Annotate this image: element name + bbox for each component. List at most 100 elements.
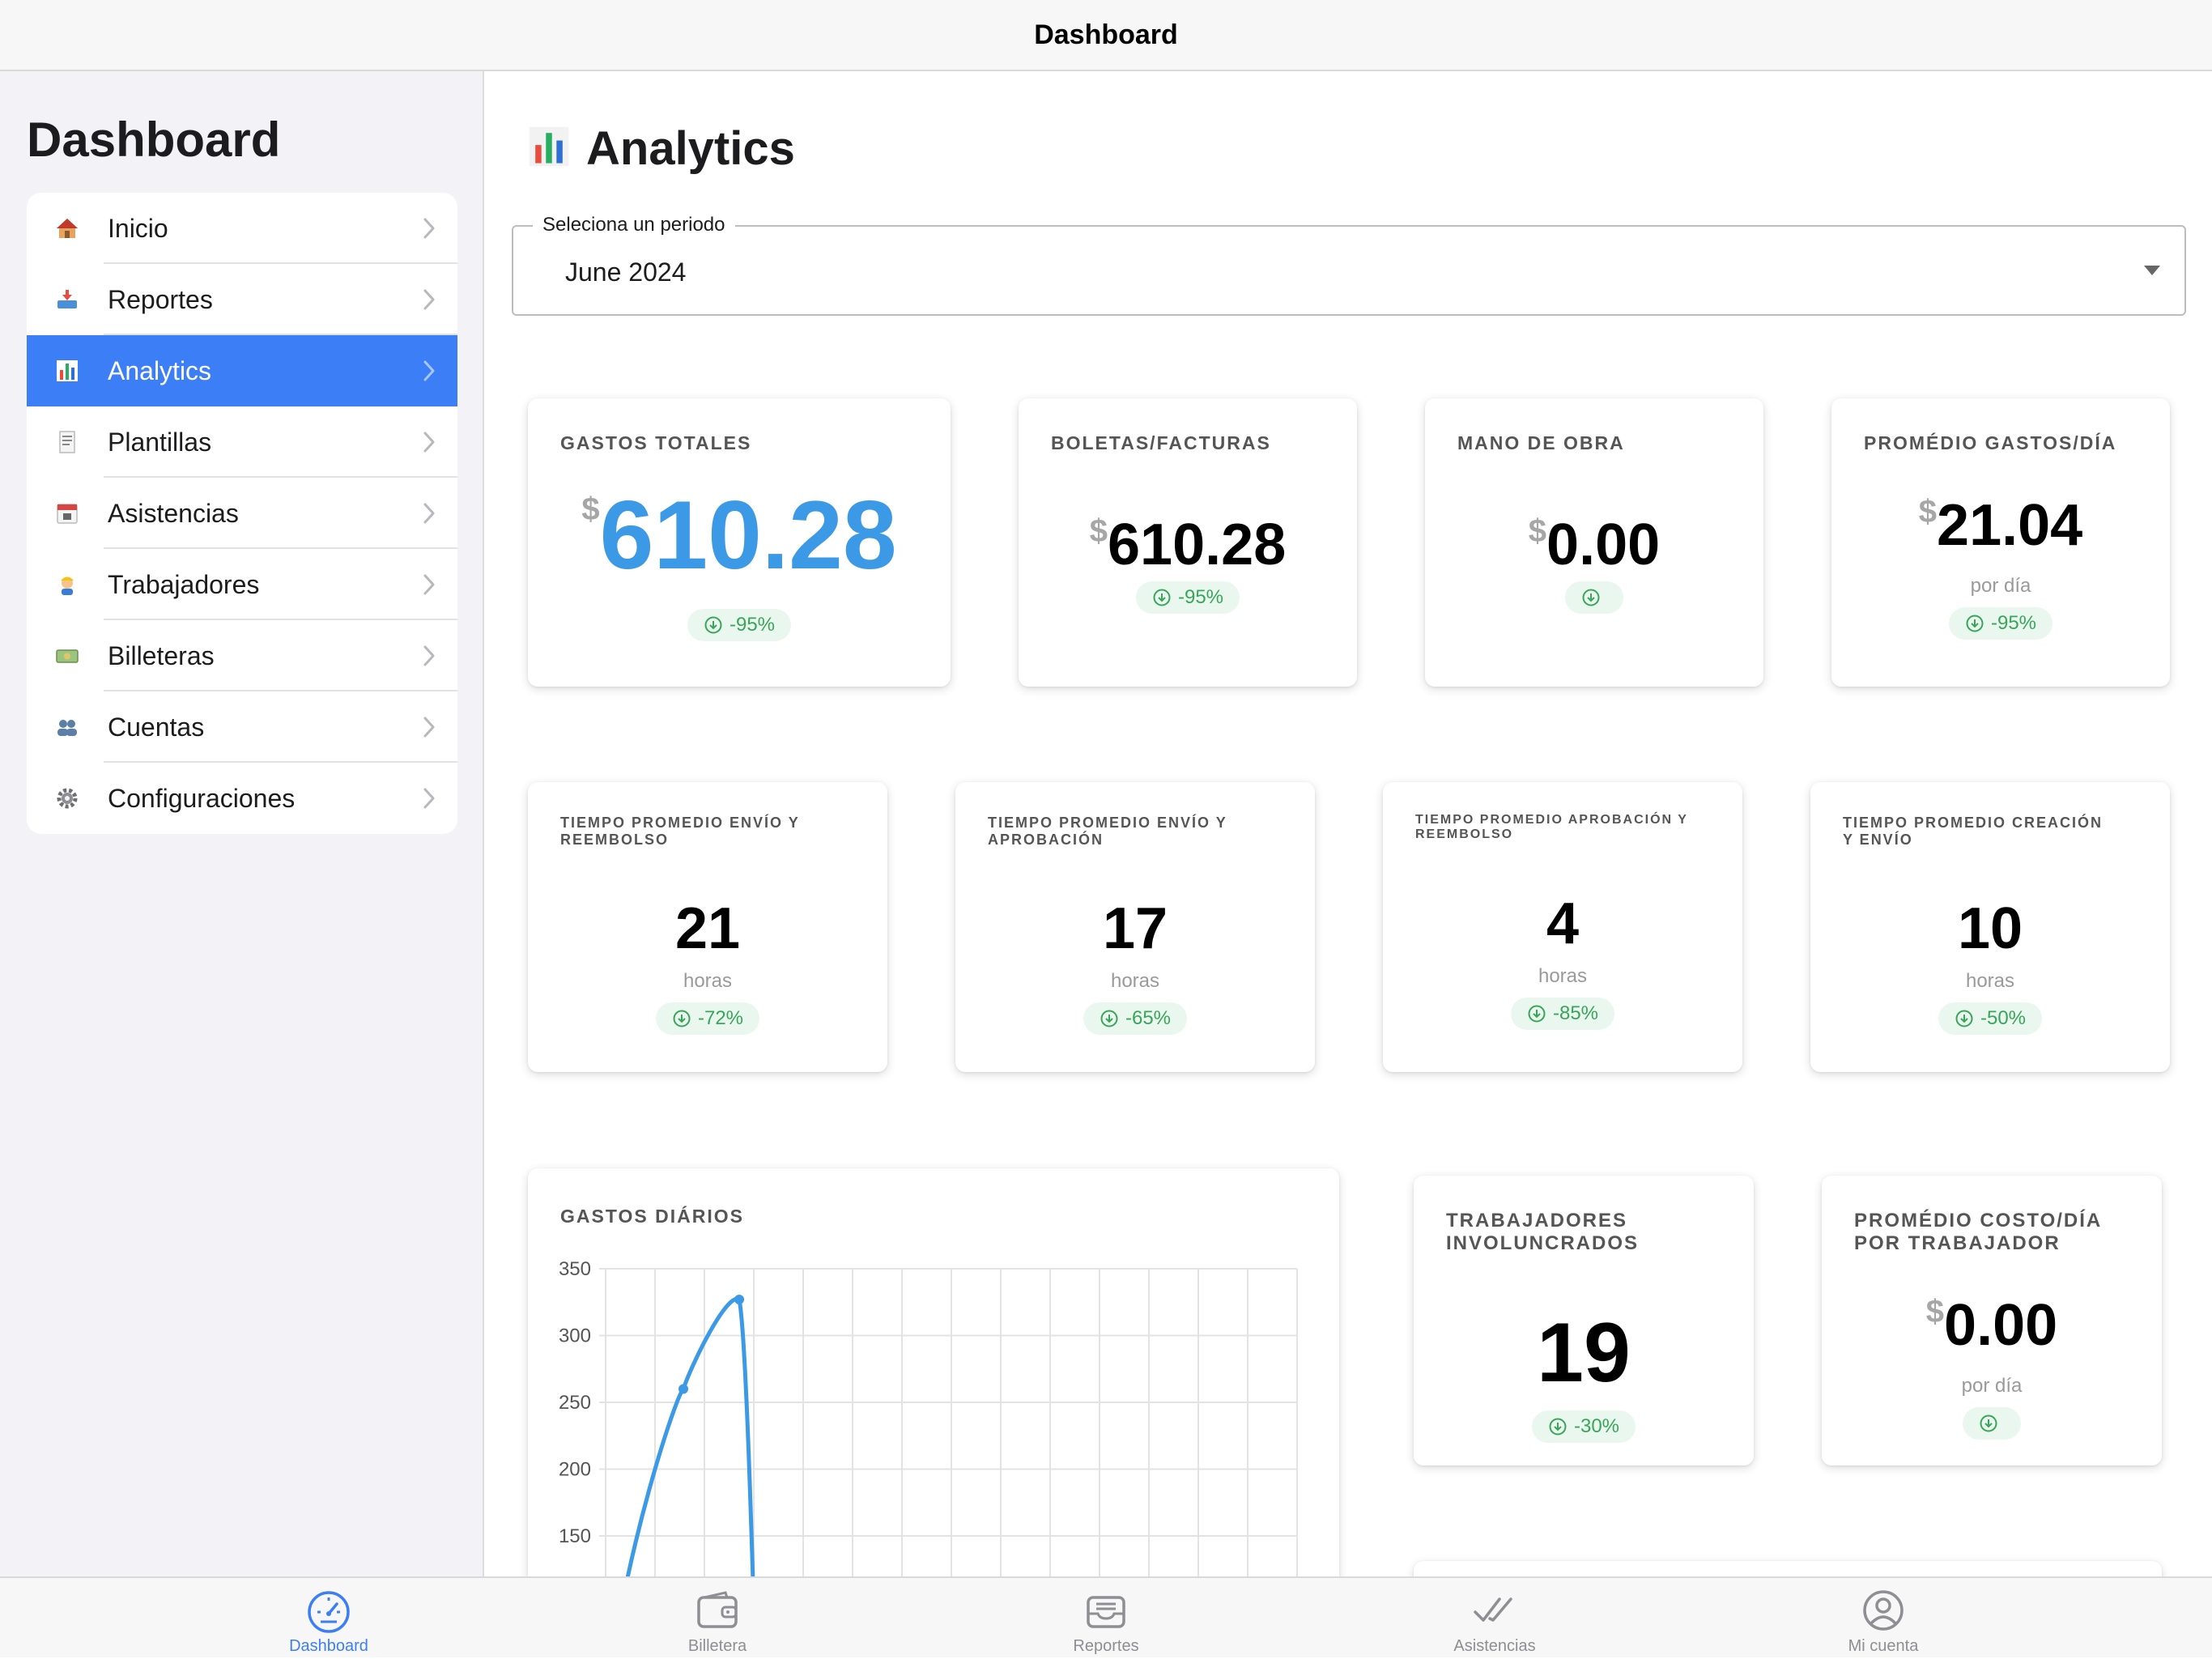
sidebar-item-cuentas[interactable]: Cuentas <box>27 691 457 763</box>
card-value-row: $0.00 <box>1425 512 1763 578</box>
page-title-text: Analytics <box>586 122 795 175</box>
change-badge: -72% <box>655 1002 760 1035</box>
chevron-right-icon <box>401 431 457 453</box>
card-unit: horas <box>1110 970 1160 992</box>
card-value: 610.28 <box>1108 513 1287 577</box>
nav-title: Dashboard <box>1034 19 1178 50</box>
change-value: -50% <box>1980 1007 2027 1029</box>
sidebar-title: Dashboard <box>27 113 281 167</box>
tab-dashboard[interactable]: Dashboard <box>248 1578 410 1659</box>
badge-row: -50% <box>1810 1002 2170 1035</box>
card-value: 0.00 <box>1944 1293 2058 1358</box>
arrow-down-circle-icon <box>1100 1010 1118 1027</box>
card-tiempo-envio-reembolso: TIEMPO PROMEDIO ENVÍO Y REEMBOLSO 21 hor… <box>528 782 887 1072</box>
tab-reportes[interactable]: Reportes <box>1025 1578 1187 1659</box>
receipt-icon <box>27 430 108 454</box>
badge-row: -65% <box>955 1002 1315 1035</box>
tab-label: Dashboard <box>289 1637 368 1655</box>
sidebar-item-inicio[interactable]: Inicio <box>27 193 457 264</box>
tab-mi-cuenta[interactable]: Mi cuenta <box>1802 1578 1964 1659</box>
change-value: -95% <box>1990 612 2037 634</box>
badge-row: -85% <box>1383 998 1742 1030</box>
y-tick-label: 250 <box>559 1392 591 1414</box>
change-badge: -95% <box>687 609 792 641</box>
sidebar: Dashboard Inicio Reportes Analytics Plan… <box>0 71 484 1576</box>
card-trabajadores-involucrados: TRABAJADORES INVOLUNCRADOS 19 -30% <box>1414 1176 1754 1465</box>
card-label: TIEMPO PROMEDIO CREACIÓN Y ENVÍO <box>1843 815 2104 848</box>
bar-chart-icon <box>526 124 572 173</box>
sidebar-item-configuraciones[interactable]: Configuraciones <box>27 763 457 834</box>
card-unit: horas <box>683 970 733 992</box>
arrow-down-circle-icon <box>1528 1005 1546 1023</box>
sidebar-item-billeteras[interactable]: Billeteras <box>27 620 457 691</box>
double-check-icon <box>1472 1588 1517 1633</box>
badge-row: -95% <box>528 609 951 641</box>
sidebar-item-label: Billeteras <box>108 640 215 670</box>
main-content: Analytics Seleciona un periodo June 2024… <box>486 71 2212 1576</box>
tab-asistencias[interactable]: Asistencias <box>1414 1578 1576 1659</box>
gear-icon <box>27 786 108 810</box>
chevron-right-icon <box>401 787 457 810</box>
card-value-row: $0.00 <box>1822 1292 2162 1359</box>
badge-row: -30% <box>1414 1410 1754 1443</box>
card-gastos-totales: GASTOS TOTALES $610.28 -95% <box>528 398 951 687</box>
line-chart: 350 300 250 200 150 <box>559 1258 1298 1576</box>
sidebar-item-reportes[interactable]: Reportes <box>27 264 457 335</box>
change-badge: -65% <box>1083 1002 1188 1035</box>
tab-label: Asistencias <box>1453 1637 1536 1655</box>
bottom-tab-bar: Dashboard Billetera Reportes Asistencias… <box>0 1576 2212 1657</box>
card-promedio-gastos-dia: PROMÉDIO GASTOS/DÍA $21.04 por día -95% <box>1831 398 2170 687</box>
sidebar-item-trabajadores[interactable]: Trabajadores <box>27 549 457 620</box>
currency-symbol: $ <box>1089 513 1108 549</box>
tab-billetera[interactable]: Billetera <box>636 1578 798 1659</box>
currency-symbol: $ <box>1918 494 1938 530</box>
change-value: -30% <box>1573 1415 1620 1437</box>
card-label: TRABAJADORES INVOLUNCRADOS <box>1446 1210 1640 1254</box>
sidebar-item-label: Trabajadores <box>108 569 260 599</box>
card-value-row: $21.04 <box>1831 492 2170 559</box>
currency-symbol: $ <box>581 491 600 527</box>
series-line <box>625 1296 755 1576</box>
card-label: MANO DE OBRA <box>1457 432 1625 453</box>
chevron-right-icon <box>401 573 457 596</box>
sidebar-item-analytics[interactable]: Analytics <box>27 335 457 406</box>
card-tiempo-envio-aprobacion: TIEMPO PROMEDIO ENVÍO Y APROBACIÓN 17 ho… <box>955 782 1315 1072</box>
card-value: 10 <box>1957 896 2023 961</box>
arrow-down-circle-icon <box>673 1010 691 1027</box>
y-tick-label: 200 <box>559 1459 591 1481</box>
card-value: 21 <box>674 896 741 961</box>
change-badge: -85% <box>1510 998 1615 1030</box>
bar-chart-icon <box>27 359 108 383</box>
period-select[interactable]: Seleciona un periodo June 2024 <box>512 214 2186 316</box>
sidebar-item-plantillas[interactable]: Plantillas <box>27 406 457 478</box>
card-label: GASTOS TOTALES <box>560 432 752 453</box>
chevron-right-icon <box>401 217 457 240</box>
arrow-down-circle-icon <box>1582 589 1600 606</box>
card-value: 0.00 <box>1546 513 1661 577</box>
change-badge <box>1963 1407 2021 1440</box>
change-value: -95% <box>1177 586 1224 608</box>
change-badge: -95% <box>1135 581 1240 614</box>
chevron-right-icon <box>401 502 457 525</box>
data-point <box>678 1384 688 1394</box>
card-value: 21.04 <box>1937 493 2083 558</box>
sidebar-item-label: Cuentas <box>108 712 205 742</box>
chart-card-gastos-diarios: GASTOS DIÁRIOS 350 300 250 200 150 <box>528 1168 1339 1576</box>
card-label: TIEMPO PROMEDIO ENVÍO Y REEMBOLSO <box>560 815 800 848</box>
sidebar-item-label: Plantillas <box>108 427 212 457</box>
card-boletas-facturas: BOLETAS/FACTURAS $610.28 -95% <box>1019 398 1357 687</box>
chevron-right-icon <box>401 359 457 382</box>
sidebar-item-label: Configuraciones <box>108 783 296 813</box>
change-value: -85% <box>1552 1002 1599 1024</box>
card-value: 19 <box>1537 1306 1631 1400</box>
change-value: -95% <box>729 614 776 636</box>
sidebar-item-asistencias[interactable]: Asistencias <box>27 478 457 549</box>
worker-icon <box>27 572 108 597</box>
card-mano-de-obra: MANO DE OBRA $0.00 <box>1425 398 1763 687</box>
card-partial <box>1414 1561 2162 1576</box>
arrow-down-circle-icon <box>1549 1418 1567 1436</box>
period-select-value: June 2024 <box>565 257 687 287</box>
y-tick-label: 350 <box>559 1258 591 1280</box>
card-label: PROMÉDIO GASTOS/DÍA <box>1864 432 2117 453</box>
y-tick-label: 150 <box>559 1525 591 1547</box>
